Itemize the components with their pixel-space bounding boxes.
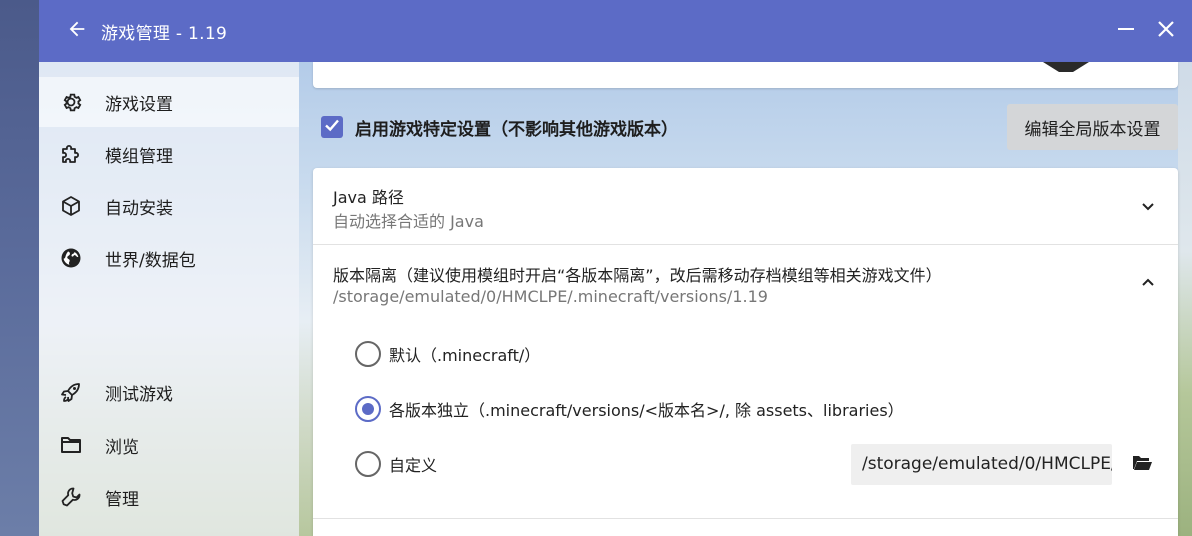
radio-button[interactable]	[355, 451, 381, 477]
java-path-row[interactable]: Java 路径 自动选择合适的 Java	[313, 168, 1178, 244]
folder-open-icon	[1132, 454, 1152, 476]
radio-button[interactable]	[355, 341, 381, 367]
version-isolation-subtitle: /storage/emulated/0/HMCLPE/.minecraft/ve…	[333, 287, 768, 306]
sidebar-item-label: 管理	[105, 489, 139, 510]
page-title: 游戏管理 - 1.19	[101, 23, 228, 44]
radio-label: 默认（.minecraft/）	[389, 346, 541, 365]
edit-global-settings-button[interactable]: 编辑全局版本设置	[1007, 104, 1178, 150]
gear-icon	[59, 90, 83, 114]
sidebar-item-test-game[interactable]: 测试游戏	[39, 367, 299, 417]
globe-icon	[59, 246, 83, 270]
minimize-icon	[1116, 19, 1136, 43]
version-isolation-row[interactable]: 版本隔离（建议使用模组时开启“各版本隔离”，改后需移动存档模组等相关游戏文件） …	[313, 245, 1178, 315]
isolation-option-per-version[interactable]: 各版本独立（.minecraft/versions/<版本名>/, 除 asse…	[355, 396, 904, 422]
sidebar-item-browse[interactable]: 浏览	[39, 420, 299, 470]
java-path-subtitle: 自动选择合适的 Java	[333, 212, 484, 231]
custom-path-input[interactable]: /storage/emulated/0/HMCLPE/.minecraft	[851, 444, 1112, 485]
folder-icon	[59, 433, 83, 457]
isolation-option-custom[interactable]: 自定义	[355, 451, 437, 477]
version-info-card	[313, 62, 1178, 88]
specific-settings-checkbox[interactable]	[321, 116, 343, 138]
sidebar-item-manage[interactable]: 管理	[39, 472, 299, 522]
sidebar-item-label: 自动安装	[105, 198, 173, 219]
puzzle-icon	[59, 142, 83, 166]
main-content: 启用游戏特定设置（不影响其他游戏版本） 编辑全局版本设置 Java 路径 自动选…	[299, 62, 1192, 536]
divider	[313, 518, 1178, 519]
close-button[interactable]	[1146, 11, 1186, 51]
minimize-button[interactable]	[1106, 11, 1146, 51]
sidebar-item-label: 游戏设置	[105, 94, 173, 115]
sidebar-item-worlds-datapacks[interactable]: 世界/数据包	[39, 233, 299, 283]
isolation-option-default[interactable]: 默认（.minecraft/）	[355, 341, 540, 367]
version-isolation-title: 版本隔离（建议使用模组时开启“各版本隔离”，改后需移动存档模组等相关游戏文件）	[333, 266, 942, 285]
close-icon	[1156, 19, 1176, 43]
title-bar: 游戏管理 - 1.19	[39, 0, 1192, 62]
wrench-icon	[59, 485, 83, 509]
sidebar-item-label: 世界/数据包	[105, 250, 196, 271]
sidebar: 游戏设置 模组管理 自动安装 世界/数据包 测试游戏 浏览 管理	[39, 62, 299, 536]
rocket-icon	[59, 380, 83, 404]
sidebar-item-mod-management[interactable]: 模组管理	[39, 129, 299, 179]
radio-button-selected[interactable]	[355, 396, 381, 422]
sidebar-item-label: 测试游戏	[105, 384, 173, 405]
sidebar-item-auto-install[interactable]: 自动安装	[39, 181, 299, 231]
sidebar-item-label: 模组管理	[105, 146, 173, 167]
left-edge-background	[0, 0, 39, 536]
specific-settings-toggle[interactable]: 启用游戏特定设置（不影响其他游戏版本）	[321, 114, 678, 140]
browse-folder-button[interactable]	[1127, 450, 1157, 480]
package-icon	[59, 194, 83, 218]
settings-card: Java 路径 自动选择合适的 Java 版本隔离（建议使用模组时开启“各版本隔…	[313, 168, 1178, 536]
radio-label: 自定义	[389, 456, 438, 475]
version-icon	[1043, 62, 1089, 72]
chevron-down-icon	[1138, 196, 1158, 216]
radio-label: 各版本独立（.minecraft/versions/<版本名>/, 除 asse…	[389, 401, 904, 420]
specific-settings-label: 启用游戏特定设置（不影响其他游戏版本）	[355, 119, 678, 140]
sidebar-item-label: 浏览	[105, 437, 139, 458]
java-path-title: Java 路径	[333, 188, 404, 207]
check-icon	[323, 116, 341, 138]
back-button[interactable]	[53, 7, 101, 55]
chevron-up-icon	[1138, 273, 1158, 293]
sidebar-item-game-settings[interactable]: 游戏设置	[39, 77, 299, 127]
arrow-left-icon	[66, 18, 88, 44]
